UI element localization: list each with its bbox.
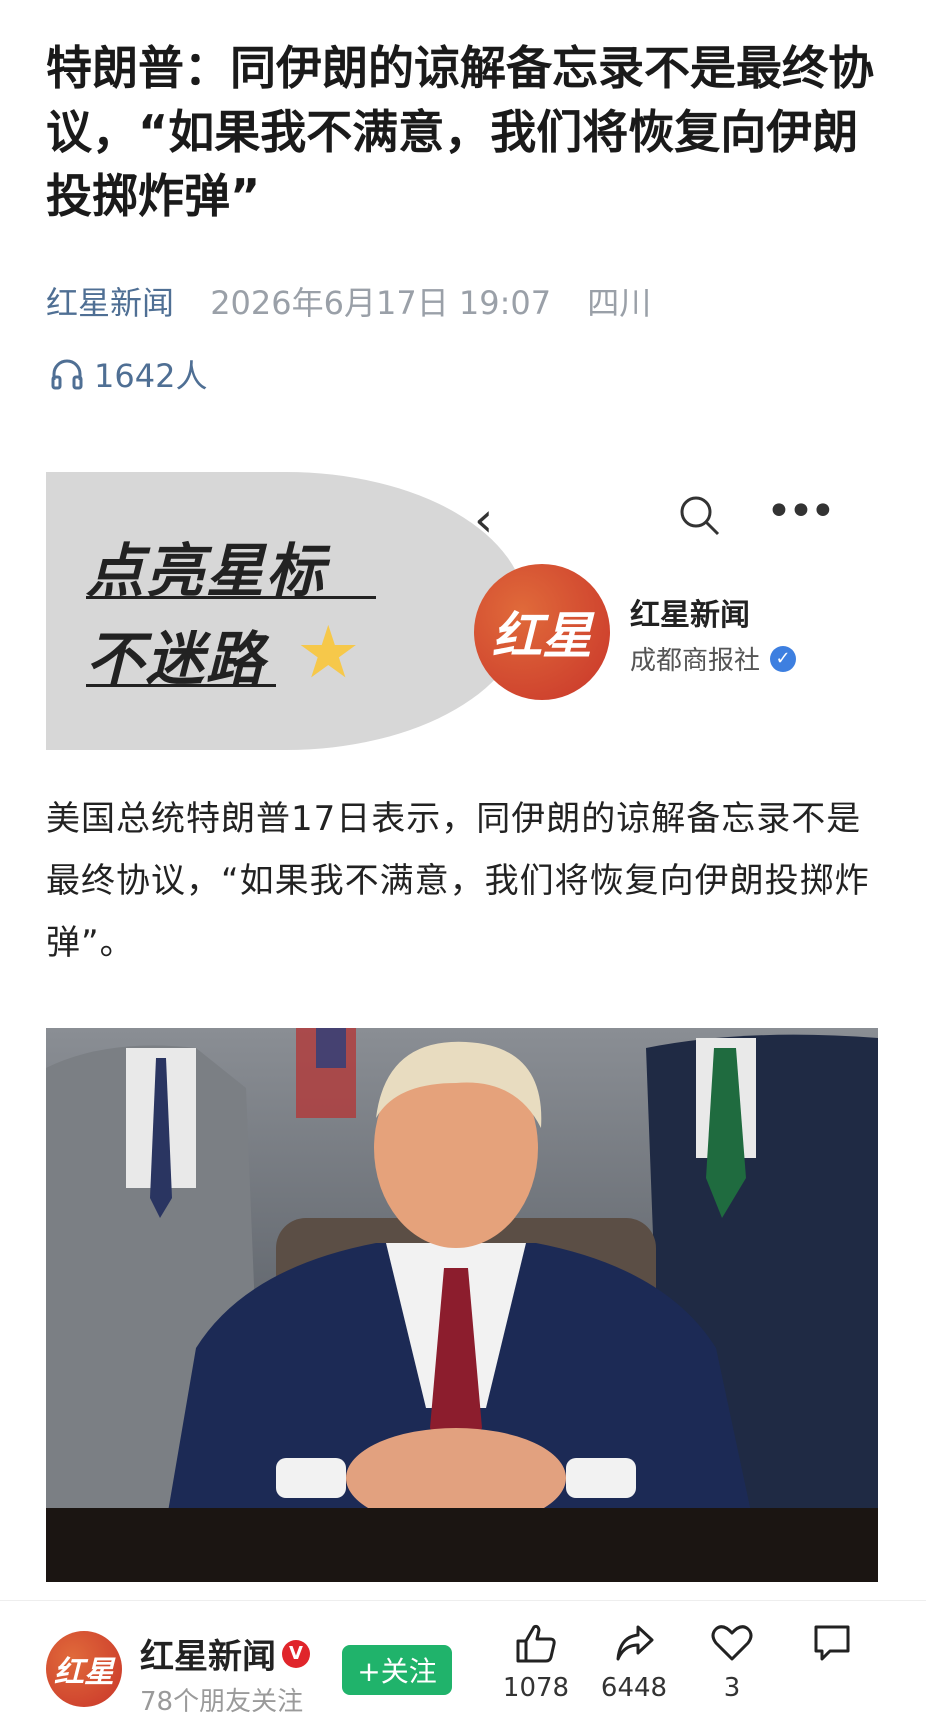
follow-button[interactable]: +关注 [342,1645,452,1695]
banner-org-label: 成都商报社 [630,646,761,676]
bottom-action-bar: 红星 红星新闻 V 78个朋友关注 +关注 1078 6448 3 [0,1600,926,1731]
like-count: 1078 [502,1673,570,1703]
verified-v-icon: V [282,1639,310,1668]
star-icon: ★ [296,610,361,694]
publish-date: 2026年6月17日 19:07 [210,284,552,322]
thumbs-up-icon [516,1624,556,1663]
comment-icon [814,1625,850,1661]
banner-account-logo: 红星 [474,564,610,700]
account-name-label: 红星新闻 [140,1637,276,1677]
account-name[interactable]: 红星新闻 V [140,1629,310,1678]
friends-following: 78个朋友关注 [140,1687,304,1717]
share-icon [616,1625,654,1661]
banner-account-org: 成都商报社 ✓ [630,640,797,677]
share-count: 6448 [600,1673,668,1703]
slogan-underline [86,684,276,687]
article-body: 美国总统特朗普17日表示，同伊朗的谅解备忘录不是最终协议，“如果我不满意，我们将… [46,799,870,963]
banner-slogan-panel [46,472,526,750]
article-title: 特朗普：同伊朗的谅解备忘录不是最终协议，“如果我不满意，我们将恢复向伊朗投掷炸弹… [46,41,874,223]
listen-button[interactable]: 1642人 [50,352,207,396]
favorite-count: 3 [723,1673,741,1703]
article-meta: 红星新闻 2026年6月17日 19:07 四川 [46,278,651,324]
comment-button[interactable] [792,1621,872,1665]
headphones-icon [51,359,83,390]
heart-icon [711,1625,753,1661]
banner-account-name: 红星新闻 [630,598,750,633]
news-photo-illustration [46,1028,878,1582]
verified-icon: ✓ [770,645,797,672]
search-icon [680,496,720,536]
more-icon: ••• [766,486,836,537]
source-link[interactable]: 红星新闻 [46,284,174,322]
back-icon: ‹ [474,492,494,548]
follow-star-banner: 点亮星标 不迷路 ★ ‹ ••• 红星 红星新闻 成都商报社 ✓ [46,472,878,750]
publish-location: 四川 [587,284,652,322]
listener-count: 1642人 [94,357,208,395]
account-avatar[interactable]: 红星 [46,1631,122,1707]
slogan-underline [86,596,376,599]
like-button[interactable]: 1078 [496,1621,576,1703]
share-button[interactable]: 6448 [594,1621,674,1703]
news-photo[interactable] [46,1028,878,1582]
favorite-button[interactable]: 3 [692,1621,772,1703]
